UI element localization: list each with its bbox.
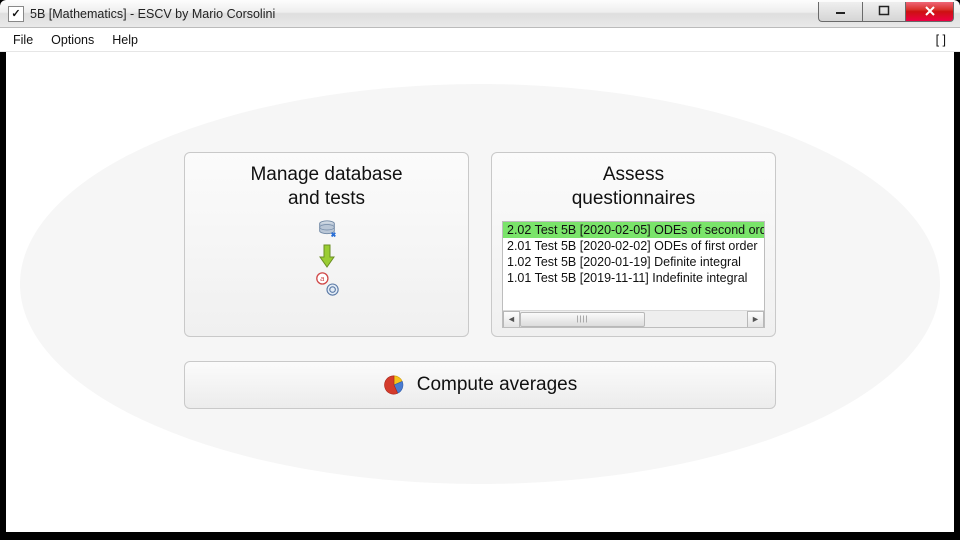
menu-file[interactable]: File — [4, 31, 42, 49]
menubar: File Options Help [ ] — [0, 28, 960, 52]
list-item[interactable]: 1.02 Test 5B [2020-01-19] Definite integ… — [503, 254, 764, 270]
window-title: 5B [Mathematics] - ESCV by Mario Corsoli… — [30, 7, 818, 21]
maximize-icon — [878, 5, 890, 17]
menu-bracket[interactable]: [ ] — [926, 31, 956, 49]
maximize-button[interactable] — [862, 2, 906, 22]
database-icon — [316, 219, 338, 241]
titlebar[interactable]: ✓ 5B [Mathematics] - ESCV by Mario Corso… — [0, 0, 960, 28]
manage-icon-column: a — [314, 219, 340, 297]
app-window: ✓ 5B [Mathematics] - ESCV by Mario Corso… — [0, 0, 960, 540]
app-icon: ✓ — [8, 6, 24, 22]
list-item[interactable]: 2.01 Test 5B [2020-02-02] ODEs of first … — [503, 238, 764, 254]
manage-database-panel[interactable]: Manage database and tests — [184, 152, 469, 337]
questionnaire-listbox[interactable]: 2.02 Test 5B [2020-02-05] ODEs of second… — [502, 221, 765, 329]
window-buttons — [818, 2, 954, 22]
manage-database-title: Manage database and tests — [250, 163, 402, 211]
script-icon: a — [314, 271, 340, 297]
minimize-button[interactable] — [818, 2, 862, 22]
menu-help[interactable]: Help — [103, 31, 147, 49]
minimize-icon — [835, 5, 847, 17]
close-icon — [923, 5, 937, 17]
arrow-down-icon — [318, 243, 336, 269]
svg-text:a: a — [320, 274, 324, 283]
close-button[interactable] — [906, 2, 954, 22]
scroll-thumb[interactable] — [520, 312, 645, 327]
assess-questionnaires-panel: Assess questionnaires 2.02 Test 5B [2020… — [491, 152, 776, 337]
menu-options[interactable]: Options — [42, 31, 103, 49]
compute-averages-label: Compute averages — [417, 374, 578, 396]
assess-title: Assess questionnaires — [572, 163, 696, 211]
scroll-right-button[interactable]: ► — [747, 311, 764, 328]
list-item[interactable]: 2.02 Test 5B [2020-02-05] ODEs of second… — [503, 222, 764, 238]
compute-averages-button[interactable]: Compute averages — [184, 361, 776, 409]
pie-chart-icon — [383, 374, 405, 396]
horizontal-scrollbar[interactable]: ◄ ► — [503, 310, 764, 327]
scroll-track[interactable] — [520, 311, 747, 328]
list-item[interactable]: 1.01 Test 5B [2019-11-11] Indefinite int… — [503, 270, 764, 286]
client-area: Manage database and tests — [0, 52, 960, 540]
scroll-left-button[interactable]: ◄ — [503, 311, 520, 328]
